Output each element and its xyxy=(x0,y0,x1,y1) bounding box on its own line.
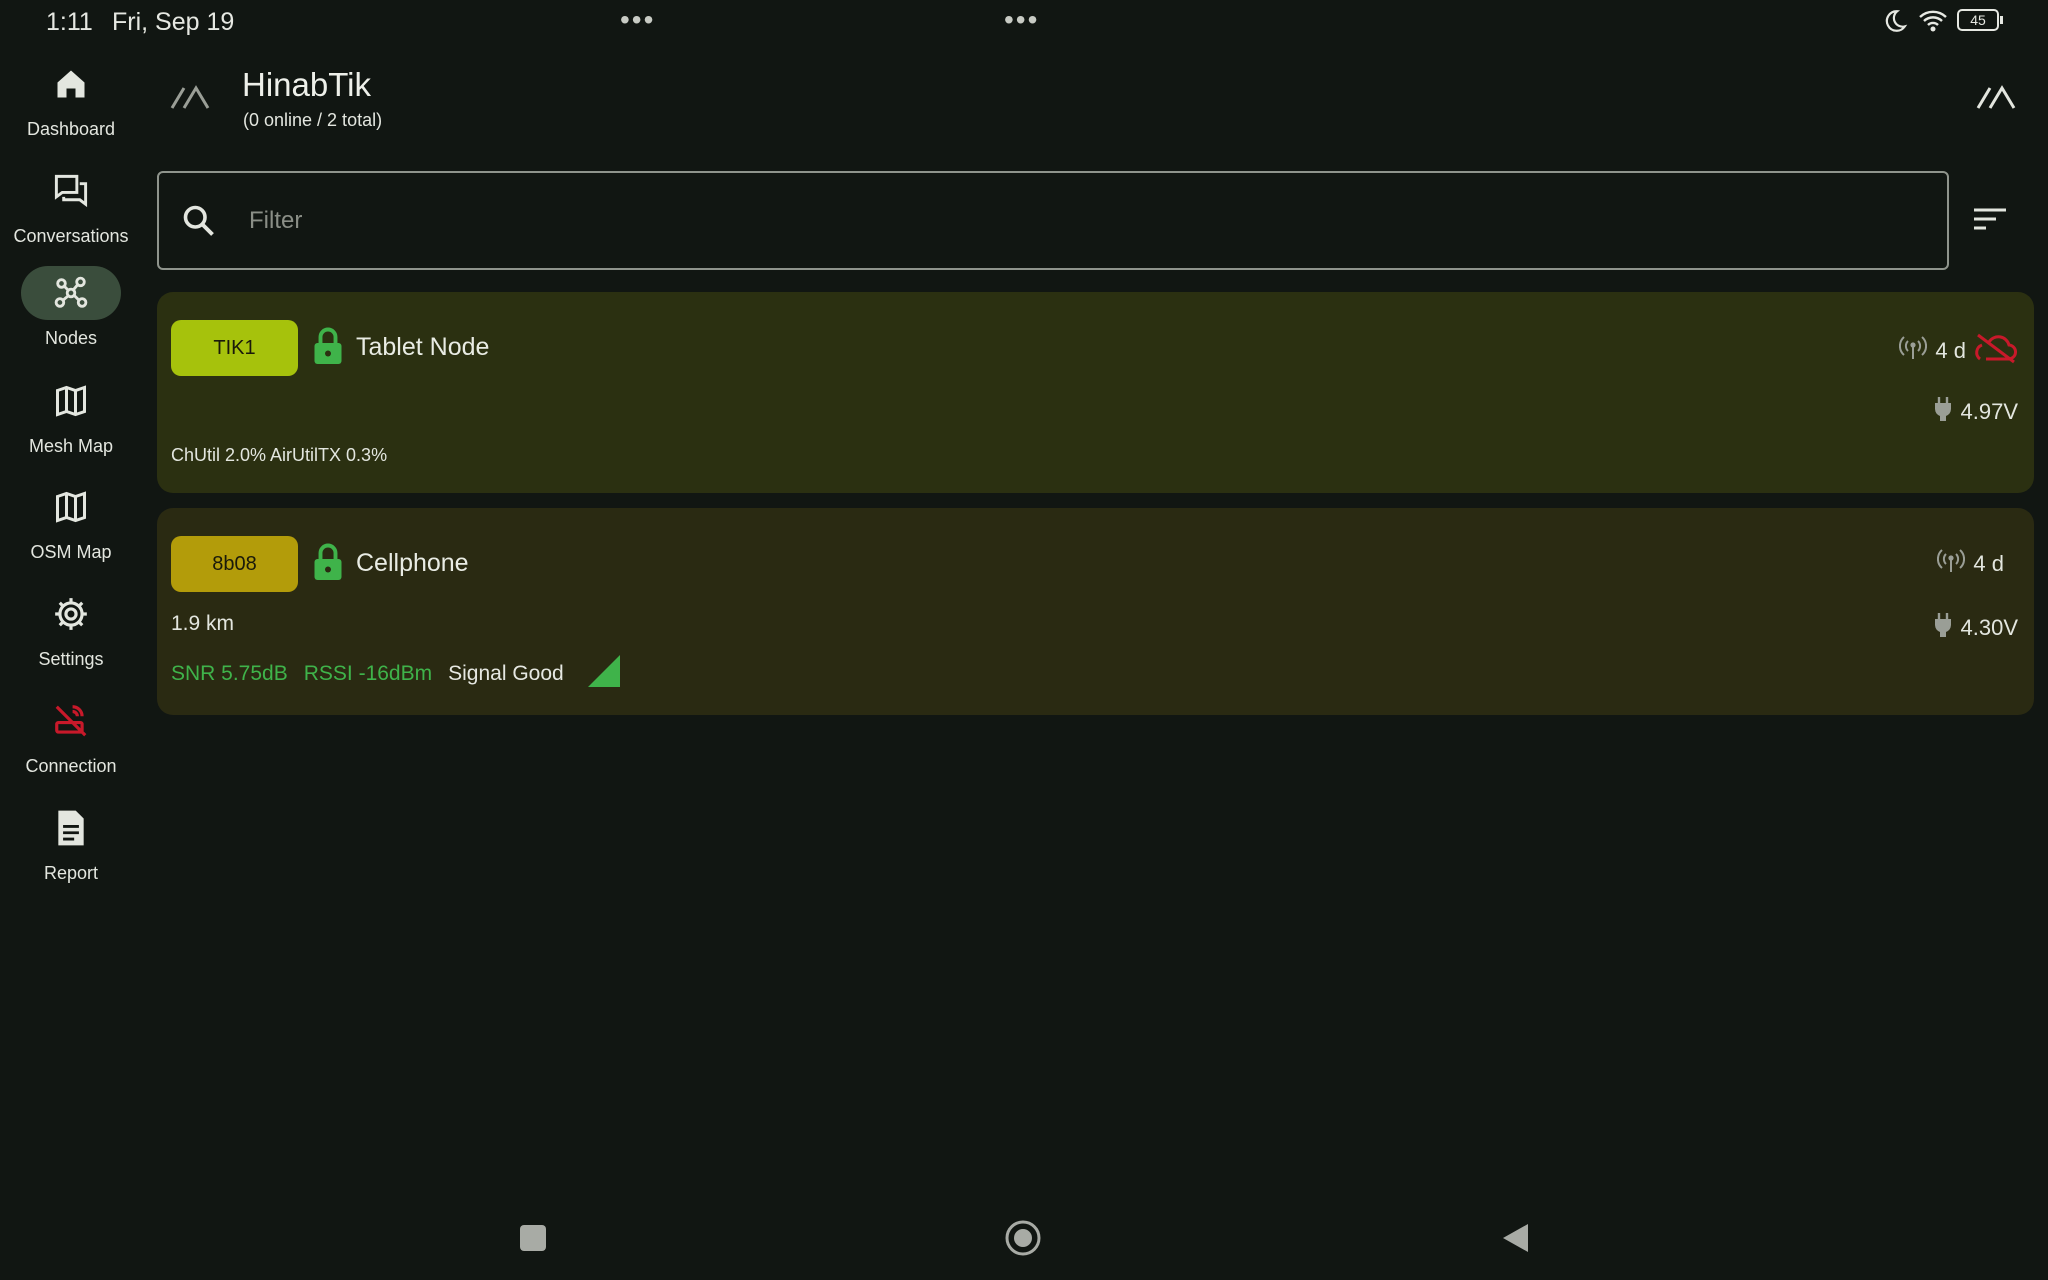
lock-icon xyxy=(313,326,343,371)
sort-icon[interactable] xyxy=(1972,206,2008,239)
node-card[interactable]: 8b08 Cellphone 4 d 1.9 km 4.30V SNR 5.75… xyxy=(157,508,2034,715)
nav-conversations[interactable]: Conversations xyxy=(0,164,142,247)
channel-utilization: ChUtil 2.0% AirUtilTX 0.3% xyxy=(171,445,388,465)
nav-osm-map[interactable]: OSM Map xyxy=(0,480,142,563)
node-name: Tablet Node xyxy=(356,333,490,361)
page-title: HinabTik xyxy=(242,66,371,103)
meshtastic-logo-icon[interactable] xyxy=(1976,84,2020,115)
recents-button[interactable] xyxy=(520,1225,546,1251)
status-date: Fri, Sep 19 xyxy=(112,8,235,36)
nav-label-nodes: Nodes xyxy=(44,328,98,348)
nav-label-conversations: Conversations xyxy=(13,226,129,246)
nav-label-connection: Connection xyxy=(25,756,117,776)
last-heard: 4 d xyxy=(1935,338,1966,363)
node-name: Cellphone xyxy=(356,549,469,577)
chat-icon xyxy=(21,164,121,218)
filter-field[interactable] xyxy=(157,171,1949,270)
nav-nodes[interactable]: Nodes xyxy=(0,266,142,349)
rssi: RSSI -16dBm xyxy=(303,661,433,685)
signal-strength-icon xyxy=(586,654,622,693)
antenna-icon xyxy=(1899,335,1928,367)
home-icon xyxy=(21,57,121,111)
nav-mesh-map[interactable]: Mesh Map xyxy=(0,374,142,457)
voltage: 4.30V xyxy=(1960,615,2019,640)
distance: 1.9 km xyxy=(171,612,235,635)
moon-icon xyxy=(1882,8,1908,39)
node-short-name-chip[interactable]: 8b08 xyxy=(171,536,298,592)
voltage: 4.97V xyxy=(1960,399,2019,424)
battery-level: 45 xyxy=(1970,12,1986,28)
wifi-icon xyxy=(1918,8,1948,39)
lock-icon xyxy=(313,542,343,587)
battery-tip xyxy=(2000,16,2003,24)
power-plug-icon xyxy=(1933,396,1953,428)
antenna-icon xyxy=(1937,548,1966,580)
nav-label-dashboard: Dashboard xyxy=(26,119,116,139)
map-icon xyxy=(21,374,121,428)
status-dots-left: ••• xyxy=(620,4,656,35)
node-short-name-chip[interactable]: TIK1 xyxy=(171,320,298,376)
cloud-off-icon xyxy=(1974,332,2018,370)
status-time: 1:11 xyxy=(46,8,93,36)
back-button[interactable] xyxy=(1500,1222,1530,1259)
signal-row: SNR 5.75dB RSSI -16dBm Signal Good xyxy=(171,654,622,693)
nav-label-report: Report xyxy=(43,863,99,883)
battery-icon: 45 xyxy=(1957,9,1999,31)
signal-quality: Signal Good xyxy=(448,661,564,685)
nav-connection[interactable]: Connection xyxy=(0,694,142,777)
filter-input[interactable] xyxy=(249,199,1849,243)
power-plug-icon xyxy=(1933,612,1953,644)
status-dots-right: ••• xyxy=(1004,4,1040,35)
snr: SNR 5.75dB xyxy=(171,661,288,685)
nav-settings[interactable]: Settings xyxy=(0,587,142,670)
nav-label-settings: Settings xyxy=(38,649,104,669)
nodes-icon xyxy=(21,266,121,320)
home-button[interactable] xyxy=(1004,1219,1042,1262)
nav-report[interactable]: Report xyxy=(0,801,142,884)
nav-dashboard[interactable]: Dashboard xyxy=(0,57,142,140)
last-heard: 4 d xyxy=(1973,551,2004,576)
node-card[interactable]: TIK1 Tablet Node 4 d 4.97V ChUtil 2.0% A… xyxy=(157,292,2034,493)
search-icon xyxy=(181,203,217,244)
meshtastic-logo-icon[interactable] xyxy=(170,84,214,115)
gear-icon xyxy=(21,587,121,641)
nav-label-mesh-map: Mesh Map xyxy=(28,436,114,456)
map-icon xyxy=(21,480,121,534)
report-icon xyxy=(21,801,121,855)
nav-label-osm-map: OSM Map xyxy=(30,542,112,562)
page-subtitle: (0 online / 2 total) xyxy=(243,110,383,130)
connection-off-icon xyxy=(21,694,121,748)
